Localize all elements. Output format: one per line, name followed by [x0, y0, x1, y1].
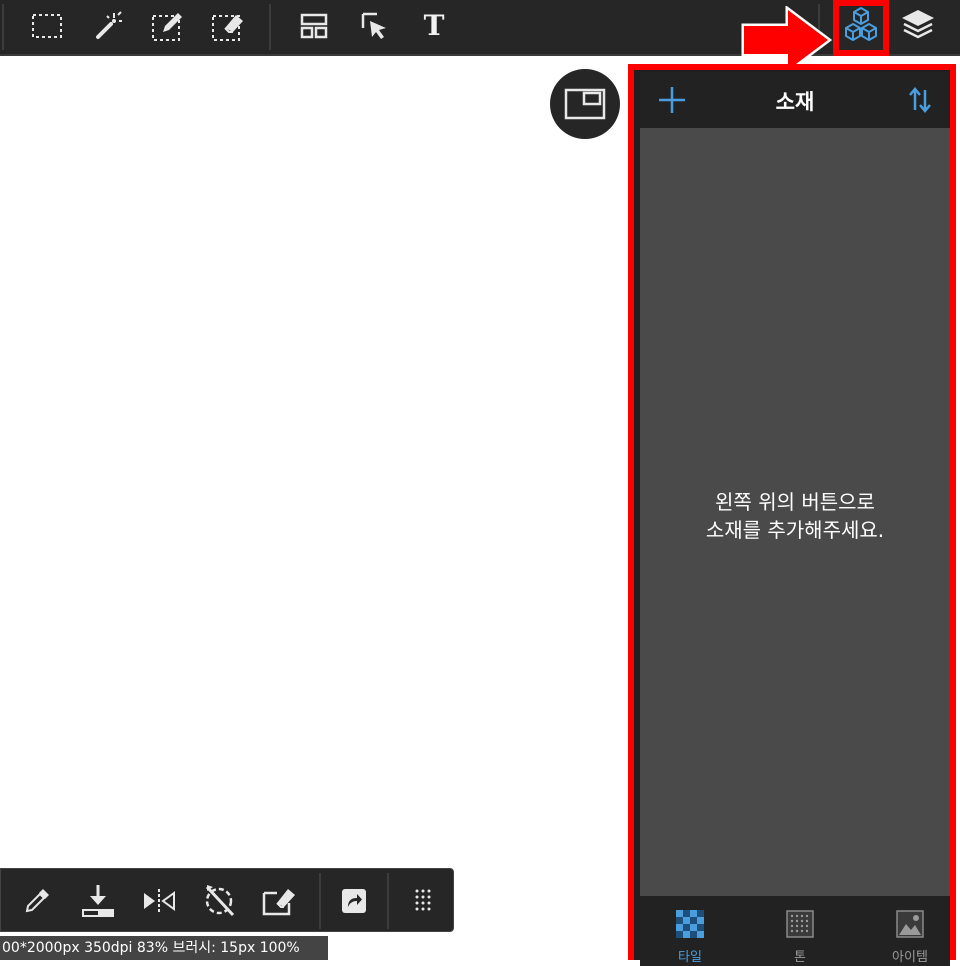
more-menu-button[interactable] [403, 881, 443, 921]
layers-panel-button[interactable] [898, 6, 938, 42]
tab-item-label: 아이템 [892, 950, 928, 965]
toolbar-divider [387, 873, 389, 929]
flip-horizontal-icon [144, 889, 175, 913]
toolbar-divider [2, 4, 4, 50]
tile-icon [676, 910, 704, 938]
sort-button[interactable] [904, 84, 936, 116]
toolbar-divider [269, 4, 271, 50]
object-select-icon [361, 12, 386, 39]
rect-select-icon [32, 14, 62, 38]
download-fill-icon [82, 885, 114, 917]
flip-button[interactable] [139, 881, 179, 921]
drawing-canvas[interactable] [0, 58, 630, 960]
rotate-reset-button[interactable] [199, 881, 239, 921]
rotate-reset-icon [205, 885, 235, 917]
selection-pen-icon [152, 13, 182, 41]
item-icon [896, 910, 924, 938]
tab-tile-label: 타일 [678, 950, 702, 965]
object-select-button[interactable] [355, 8, 395, 44]
text-tool-icon: T [423, 9, 445, 42]
rect-select-button[interactable] [27, 8, 67, 44]
empty-message: 왼쪽 위의 버튼으로 소재를 추가해주세요. [705, 490, 885, 542]
frame-divide-icon [300, 13, 328, 39]
selection-eraser-icon [212, 15, 243, 41]
fill-button[interactable] [78, 881, 118, 921]
eraser-box-icon [262, 889, 295, 916]
material-panel: 소재 왼쪽 위의 버튼으로 소재를 추가해주세요. 타일 톤 아이템 [628, 64, 956, 966]
share-icon [342, 889, 366, 913]
tab-tile[interactable]: 타일 [640, 896, 740, 966]
toolbar-divider [319, 873, 321, 929]
navigator-icon [564, 88, 606, 120]
material-list: 왼쪽 위의 버튼으로 소재를 추가해주세요. [640, 128, 950, 896]
selection-pen-button[interactable] [148, 8, 188, 44]
status-bar: 00*2000px 350dpi 83% 브러시: 15px 100% [0, 936, 328, 960]
eyedropper-button[interactable] [17, 881, 57, 921]
magic-wand-button[interactable] [88, 8, 128, 44]
tone-icon [786, 910, 814, 938]
navigator-button[interactable] [550, 69, 620, 139]
share-button[interactable] [334, 881, 374, 921]
text-tool-button[interactable]: T [414, 8, 454, 44]
eyedropper-icon [25, 889, 49, 913]
tab-tone-label: 톤 [794, 950, 806, 965]
highlight-box [833, 0, 889, 56]
clear-button[interactable] [259, 881, 299, 921]
bottom-toolbar [0, 868, 454, 932]
panel-header: 소재 [640, 72, 950, 128]
tab-item[interactable]: 아이템 [860, 896, 960, 966]
magic-wand-icon [96, 11, 122, 39]
frame-divide-button[interactable] [294, 8, 334, 44]
tab-tone[interactable]: 톤 [750, 896, 850, 966]
sort-icon [909, 87, 931, 113]
material-tabs: 타일 톤 아이템 [640, 896, 950, 966]
selection-eraser-button[interactable] [208, 8, 248, 44]
layers-icon [902, 10, 934, 39]
grip-dots-icon [415, 889, 431, 911]
